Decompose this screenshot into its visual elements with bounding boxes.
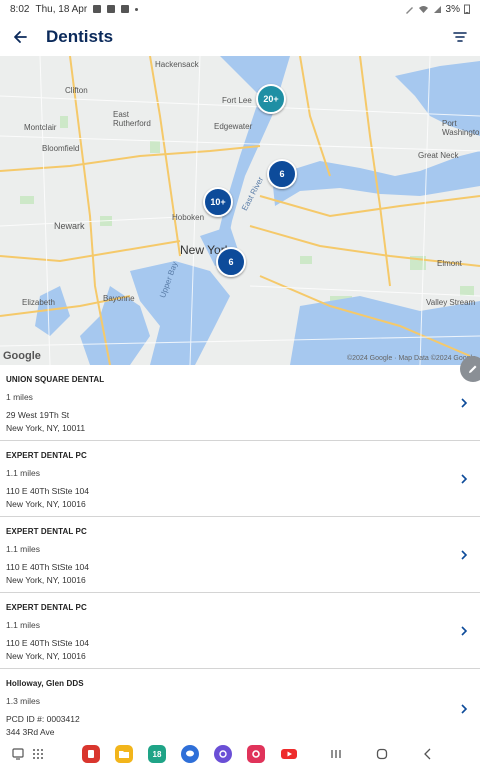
recent-apps-panel-button[interactable] <box>8 745 28 763</box>
battery-percent: 3% <box>445 3 460 15</box>
map-cluster-marker[interactable]: 6 <box>216 247 246 277</box>
apps-panel-icon <box>12 748 24 760</box>
dentist-name: UNION SQUARE DENTAL <box>6 375 105 384</box>
list-item[interactable]: UNION SQUARE DENTAL 1 miles 29 West 19Th… <box>0 365 480 441</box>
filter-icon <box>453 32 467 42</box>
map-cluster-marker[interactable]: 6 <box>267 159 297 189</box>
pen-icon <box>405 6 413 14</box>
status-bar: 8:02 Thu, 18 Apr 3% <box>0 0 480 18</box>
notification-icon <box>107 5 116 13</box>
dentist-address-line2: New York, NY, 10016 <box>6 575 86 585</box>
signal-icon <box>433 5 441 13</box>
browser-icon[interactable] <box>214 745 232 763</box>
map-attribution[interactable]: ©2024 Google · Map Data ©2024 Google <box>347 355 476 362</box>
app-shortcut-icon[interactable] <box>82 745 100 763</box>
map-label-east-rutherford: East Rutherford <box>113 110 151 128</box>
chevron-left-icon <box>424 748 431 760</box>
google-logo: Google <box>3 350 41 362</box>
map-label-bayonne: Bayonne <box>103 294 135 303</box>
dentist-distance: 1.1 miles <box>6 468 41 478</box>
app-drawer-button[interactable] <box>28 745 48 763</box>
dentist-name: EXPERT DENTAL PC <box>6 527 87 536</box>
map-cluster-marker[interactable]: 20+ <box>256 84 286 114</box>
messages-icon[interactable] <box>181 745 199 763</box>
list-item[interactable]: Holloway, Glen DDS 1.3 miles PCD ID #: 0… <box>0 669 480 741</box>
arrow-left-icon <box>14 31 27 43</box>
map-label-fort-lee: Fort Lee <box>222 96 252 105</box>
back-button[interactable] <box>10 27 30 47</box>
dentist-address-line1: 29 West 19Th St <box>6 410 70 420</box>
chevron-right-icon <box>461 550 468 560</box>
dentist-address-line2: New York, NY, 10011 <box>6 423 86 433</box>
chevron-right-icon <box>461 474 468 484</box>
map-label-hackensack: Hackensack <box>155 60 199 69</box>
map-label-great-neck: Great Neck <box>418 151 459 160</box>
filter-button[interactable] <box>450 27 470 47</box>
notification-icon <box>121 5 130 13</box>
map-label-edgewater: Edgewater <box>214 122 253 131</box>
list-item[interactable]: EXPERT DENTAL PC 1.1 miles 110 E 40Th St… <box>0 593 480 669</box>
chevron-right-icon <box>461 704 468 714</box>
list-item[interactable]: EXPERT DENTAL PC 1.1 miles 110 E 40Th St… <box>0 441 480 517</box>
dentist-address-line1: 110 E 40Th StSte 104 <box>6 486 90 496</box>
edit-button[interactable] <box>460 356 480 382</box>
dentist-name: Holloway, Glen DDS <box>6 679 84 688</box>
map-label-montclair: Montclair <box>24 123 57 132</box>
dentist-name: EXPERT DENTAL PC <box>6 603 87 612</box>
map-label-port-washington: Port Washington <box>442 119 480 137</box>
map-label-valley-stream: Valley Stream <box>426 298 476 307</box>
dentist-address-line2: New York, NY, 10016 <box>6 651 86 661</box>
system-nav-bar: 18 <box>0 740 480 768</box>
notification-icon <box>93 5 102 13</box>
dentist-address-line1: 110 E 40Th StSte 104 <box>6 562 90 572</box>
page-title: Dentists <box>46 27 114 46</box>
recents-icon <box>331 750 341 758</box>
status-date: Thu, 18 Apr <box>35 3 88 15</box>
dentist-pcd-id: PCD ID #: 0003412 <box>6 714 80 724</box>
app-bar: Dentists <box>0 18 480 56</box>
map-label-bloomfield: Bloomfield <box>42 144 80 153</box>
chevron-right-icon <box>461 626 468 636</box>
map-view[interactable]: Hackensack Clifton Fort Lee East Rutherf… <box>0 56 480 365</box>
home-button[interactable] <box>372 745 392 763</box>
map-label-elmont: Elmont <box>437 259 462 268</box>
youtube-icon[interactable] <box>280 745 298 763</box>
dentist-address-line1: 110 E 40Th StSte 104 <box>6 638 90 648</box>
dentist-distance: 1 miles <box>6 392 33 402</box>
wifi-icon <box>418 5 428 13</box>
map-label-elizabeth: Elizabeth <box>22 298 55 307</box>
dentist-distance: 1.1 miles <box>6 620 41 630</box>
calendar-day: 18 <box>152 749 162 759</box>
map-label-hoboken: Hoboken <box>172 213 205 222</box>
dentist-distance: 1.3 miles <box>6 696 41 706</box>
home-icon <box>376 748 388 760</box>
nav-back-button[interactable] <box>418 745 438 763</box>
dentist-address-line1: 344 3Rd Ave <box>6 727 55 737</box>
folder-icon[interactable] <box>115 745 133 763</box>
recents-button[interactable] <box>326 745 346 763</box>
pencil-icon <box>469 365 477 373</box>
map-label-clifton: Clifton <box>65 86 88 95</box>
map-cluster-marker[interactable]: 10+ <box>203 187 233 217</box>
dentist-list[interactable]: UNION SQUARE DENTAL 1 miles 29 West 19Th… <box>0 365 480 741</box>
chevron-right-icon <box>461 398 468 408</box>
dentist-distance: 1.1 miles <box>6 544 41 554</box>
more-notifications-icon <box>135 7 139 11</box>
grid-icon <box>33 749 43 759</box>
dentist-address-line2: New York, NY, 10016 <box>6 499 86 509</box>
map-label-newark: Newark <box>54 221 85 231</box>
status-time: 8:02 <box>10 3 30 15</box>
dentist-name: EXPERT DENTAL PC <box>6 451 87 460</box>
camera-icon[interactable] <box>247 745 265 763</box>
battery-icon <box>464 4 470 14</box>
list-item[interactable]: EXPERT DENTAL PC 1.1 miles 110 E 40Th St… <box>0 517 480 593</box>
calendar-icon[interactable]: 18 <box>148 745 166 763</box>
